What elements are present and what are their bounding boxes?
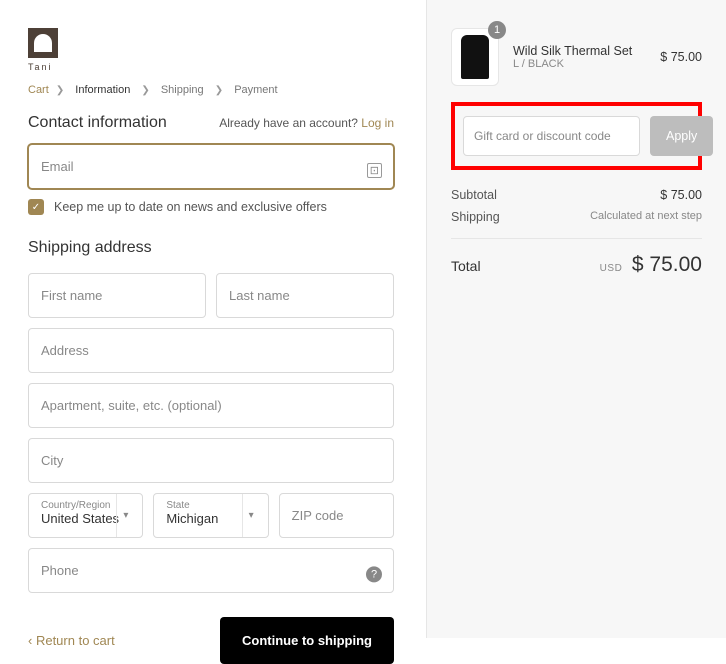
total-value: $ 75.00 <box>632 253 702 276</box>
apartment-field[interactable] <box>28 383 394 428</box>
login-link[interactable]: Log in <box>361 116 394 130</box>
chevron-left-icon: ‹ <box>28 633 36 648</box>
contacts-icon[interactable]: ⊡ <box>367 163 382 178</box>
discount-highlight: Apply <box>451 102 702 170</box>
shipping-address-title: Shipping address <box>28 239 394 257</box>
apply-button[interactable]: Apply <box>650 116 713 156</box>
product-price: $ 75.00 <box>660 50 702 64</box>
breadcrumb-information: Information <box>75 84 130 96</box>
city-field[interactable] <box>28 438 394 483</box>
total-label: Total <box>451 258 481 274</box>
continue-to-shipping-button[interactable]: Continue to shipping <box>220 617 394 664</box>
state-select[interactable]: State Michigan ▾ <box>153 493 268 538</box>
brand-text: Tani <box>28 62 394 72</box>
brand-logo[interactable] <box>28 28 58 58</box>
checkbox-icon[interactable]: ✓ <box>28 199 44 215</box>
last-name-field[interactable] <box>216 273 394 318</box>
newsletter-label: Keep me up to date on news and exclusive… <box>54 200 327 214</box>
product-thumbnail: 1 <box>451 28 499 86</box>
first-name-field[interactable] <box>28 273 206 318</box>
chevron-down-icon: ▾ <box>116 494 134 537</box>
country-select[interactable]: Country/Region United States ▾ <box>28 493 143 538</box>
login-prompt: Already have an account? Log in <box>219 116 394 130</box>
divider <box>451 238 702 239</box>
newsletter-checkbox-row[interactable]: ✓ Keep me up to date on news and exclusi… <box>28 199 394 215</box>
breadcrumb: Cart ❯ Information ❯ Shipping ❯ Payment <box>28 84 394 96</box>
zip-field[interactable] <box>279 493 394 538</box>
breadcrumb-shipping: Shipping <box>161 84 204 96</box>
shipping-value: Calculated at next step <box>590 210 702 224</box>
chevron-right-icon: ❯ <box>56 85 64 96</box>
chevron-right-icon: ❯ <box>141 85 149 96</box>
phone-field[interactable] <box>28 548 394 593</box>
chevron-right-icon: ❯ <box>215 85 223 96</box>
contact-info-title: Contact information <box>28 114 167 132</box>
total-currency: USD <box>600 263 623 274</box>
breadcrumb-cart[interactable]: Cart <box>28 84 49 96</box>
discount-code-input[interactable] <box>463 116 640 156</box>
breadcrumb-payment: Payment <box>234 84 277 96</box>
product-row: 1 Wild Silk Thermal Set L / BLACK $ 75.0… <box>451 28 702 86</box>
shipping-label: Shipping <box>451 210 500 224</box>
return-to-cart-link[interactable]: ‹ Return to cart <box>28 633 115 648</box>
help-icon[interactable]: ? <box>366 566 382 582</box>
subtotal-value: $ 75.00 <box>660 188 702 202</box>
product-variant: L / BLACK <box>513 58 660 70</box>
product-name: Wild Silk Thermal Set <box>513 44 660 58</box>
chevron-down-icon: ▾ <box>242 494 260 537</box>
address-field[interactable] <box>28 328 394 373</box>
quantity-badge: 1 <box>488 21 506 39</box>
email-field[interactable] <box>28 144 394 189</box>
subtotal-label: Subtotal <box>451 188 497 202</box>
